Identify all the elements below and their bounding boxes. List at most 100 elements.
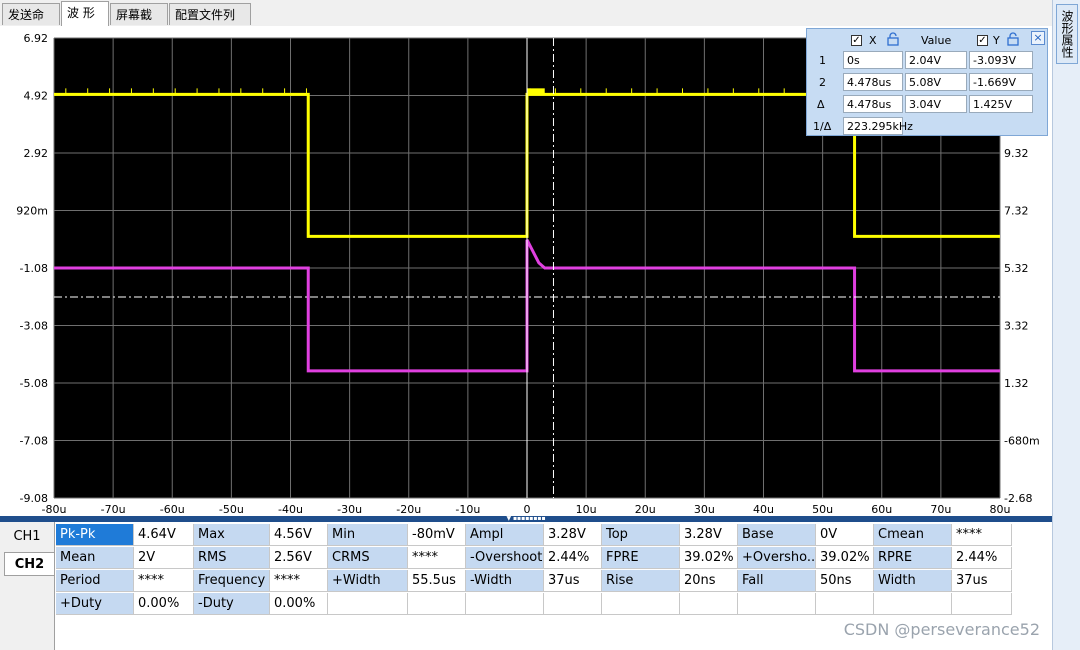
measurement-value: 2V: [134, 547, 194, 569]
measurement-value: 3.28V: [680, 524, 738, 546]
measurement-name[interactable]: Ampl: [466, 524, 544, 546]
measurement-value: 4.56V: [270, 524, 328, 546]
measurement-name[interactable]: Width: [874, 570, 952, 592]
measurement-value: 55.5us: [408, 570, 466, 592]
measurement-name[interactable]: +Oversho...: [738, 547, 816, 569]
measurement-name[interactable]: [602, 593, 680, 615]
measurement-name[interactable]: -Width: [466, 570, 544, 592]
measurement-name[interactable]: -Overshoot: [466, 547, 544, 569]
left-axis-tick-label: 4.92: [24, 90, 49, 103]
measurement-value: [680, 593, 738, 615]
x-axis-tick-label: 60u: [871, 503, 892, 516]
cursor-y-value: -1.669V: [969, 73, 1033, 91]
lock-icon[interactable]: [1007, 32, 1019, 46]
cursor-x-value: 223.295kHz: [843, 117, 913, 135]
measurement-value: 50ns: [816, 570, 874, 592]
cursor-y-value: -3.093V: [969, 51, 1033, 69]
tab-ch2[interactable]: CH2: [4, 552, 54, 576]
left-axis-tick-label: -5.08: [20, 377, 48, 390]
measurement-name[interactable]: +Width: [328, 570, 408, 592]
tab-screenshot[interactable]: 屏幕截图: [110, 3, 168, 44]
y-cursor-checkbox[interactable]: ✓: [977, 35, 988, 46]
x-axis-tick-label: 80u: [990, 503, 1011, 516]
right-axis-tick-label: 5.32: [1004, 262, 1029, 275]
cursor-y-value: 1.425V: [969, 95, 1033, 113]
measurement-name[interactable]: [738, 593, 816, 615]
close-icon[interactable]: ×: [1031, 31, 1045, 45]
tab-send-command[interactable]: 发送命令: [2, 3, 60, 44]
measurement-name[interactable]: Base: [738, 524, 816, 546]
tab-waveform-properties[interactable]: 波形属性: [1056, 4, 1078, 64]
measurement-value: [816, 593, 874, 615]
x-axis-tick-label: 40u: [753, 503, 774, 516]
measurement-value: 2.56V: [270, 547, 328, 569]
cursor-row-label: 1/Δ: [813, 120, 832, 133]
measurement-value: 20ns: [680, 570, 738, 592]
waveform-plot-area[interactable]: 6.92 4.92 2.92 920m -1.08 -3.08 -5.08 -7.08 -9.0…: [0, 26, 1052, 516]
measurement-value: -80mV: [408, 524, 466, 546]
measurement-name[interactable]: Min: [328, 524, 408, 546]
right-axis-tick-label: -680m: [1004, 435, 1040, 448]
tab-ch1[interactable]: CH1: [4, 525, 50, 549]
measurement-name[interactable]: Max: [194, 524, 270, 546]
ch1-edge-cluster: [527, 88, 545, 95]
x-axis-tick-label: 20u: [635, 503, 656, 516]
cursor-row-label: Δ: [817, 98, 825, 111]
measurement-value: 2.44%: [544, 547, 602, 569]
measurement-name[interactable]: Cmean: [874, 524, 952, 546]
measurement-value: ****: [270, 570, 328, 592]
cursor-row-label: 2: [819, 76, 826, 89]
right-axis-tick-label: 3.32: [1004, 320, 1029, 333]
measurement-name[interactable]: Top: [602, 524, 680, 546]
cursor-x-value: 0s: [843, 51, 903, 69]
measurement-value: 0.00%: [270, 593, 328, 615]
x-axis-tick-label: -30u: [337, 503, 362, 516]
cursor-measurement-panel: ✓ X Value ✓ Y × 1 0s 2.04V -3.093V 2 4.4…: [806, 28, 1048, 136]
lock-icon[interactable]: [887, 32, 899, 46]
y-header: Y: [993, 34, 1000, 47]
x-axis-tick-label: -20u: [396, 503, 421, 516]
right-axis-tick-label: 9.32: [1004, 147, 1029, 160]
measurement-value: 2.44%: [952, 547, 1012, 569]
measurement-name[interactable]: Pk-Pk: [56, 524, 134, 546]
measurement-name[interactable]: [466, 593, 544, 615]
measurement-name[interactable]: RMS: [194, 547, 270, 569]
measurement-name[interactable]: Fall: [738, 570, 816, 592]
measurement-name[interactable]: CRMS: [328, 547, 408, 569]
cursor-x-value: 4.478us: [843, 95, 903, 113]
measurement-value: 4.64V: [134, 524, 194, 546]
measurement-value: 0.00%: [134, 593, 194, 615]
left-axis-tick-label: 920m: [16, 205, 48, 218]
cursor-value: 2.04V: [905, 51, 967, 69]
cursor-value: 3.04V: [905, 95, 967, 113]
tab-config-list[interactable]: 配置文件列表: [169, 3, 251, 44]
measurement-name[interactable]: -Duty: [194, 593, 270, 615]
measurement-name[interactable]: Period: [56, 570, 134, 592]
measurement-name[interactable]: Rise: [602, 570, 680, 592]
measurement-name[interactable]: Frequency: [194, 570, 270, 592]
measurement-name[interactable]: [874, 593, 952, 615]
x-axis-tick-label: -70u: [101, 503, 126, 516]
x-axis-tick-label: -60u: [160, 503, 185, 516]
cursor-row-label: 1: [819, 54, 826, 67]
x-axis-tick-label: -40u: [278, 503, 303, 516]
cursor-x-value: 4.478us: [843, 73, 903, 91]
watermark: CSDN @perseverance52: [843, 620, 1040, 639]
x-axis-tick-label: -10u: [455, 503, 480, 516]
measurement-name[interactable]: [328, 593, 408, 615]
cursor-value: 5.08V: [905, 73, 967, 91]
channel-tab-strip: CH1 CH2: [0, 522, 55, 650]
measurement-name[interactable]: FPRE: [602, 547, 680, 569]
measurement-name[interactable]: Mean: [56, 547, 134, 569]
measurement-value: 3.28V: [544, 524, 602, 546]
measurement-value: 37us: [952, 570, 1012, 592]
x-axis-tick-label: 70u: [930, 503, 951, 516]
measurement-name[interactable]: RPRE: [874, 547, 952, 569]
x-cursor-checkbox[interactable]: ✓: [851, 35, 862, 46]
left-axis-tick-label: 2.92: [24, 147, 49, 160]
measurement-value: ****: [408, 547, 466, 569]
measurement-value: [544, 593, 602, 615]
tab-waveform[interactable]: 波 形: [61, 1, 109, 26]
left-axis-tick-label: -7.08: [20, 435, 48, 448]
measurement-name[interactable]: +Duty: [56, 593, 134, 615]
